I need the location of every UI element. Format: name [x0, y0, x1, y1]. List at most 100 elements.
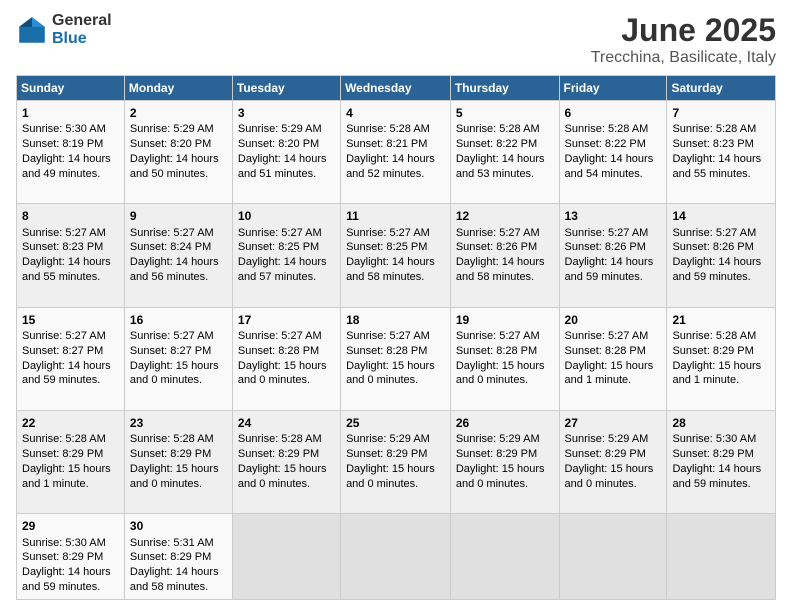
daylight-text: Daylight: 14 hours and 59 minutes.	[672, 256, 761, 283]
sunrise-text: Sunrise: 5:27 AM	[346, 227, 430, 239]
daylight-text: Daylight: 14 hours and 50 minutes.	[130, 153, 219, 180]
sunset-text: Sunset: 8:20 PM	[238, 138, 319, 150]
daylight-text: Daylight: 14 hours and 57 minutes.	[238, 256, 327, 283]
logo-icon	[16, 14, 48, 46]
daylight-text: Daylight: 14 hours and 55 minutes.	[22, 256, 111, 283]
day-number: 29	[22, 518, 119, 534]
calendar-cell: 17Sunrise: 5:27 AMSunset: 8:28 PMDayligh…	[232, 307, 340, 410]
header: General Blue June 2025 Trecchina, Basili…	[16, 12, 776, 67]
calendar-cell: 4Sunrise: 5:28 AMSunset: 8:21 PMDaylight…	[341, 101, 451, 204]
daylight-text: Daylight: 15 hours and 0 minutes.	[238, 463, 327, 490]
sunset-text: Sunset: 8:29 PM	[565, 448, 646, 460]
day-number: 23	[130, 415, 227, 431]
sunset-text: Sunset: 8:26 PM	[672, 241, 753, 253]
sunset-text: Sunset: 8:29 PM	[130, 448, 211, 460]
sunset-text: Sunset: 8:27 PM	[22, 345, 103, 357]
col-friday: Friday	[559, 76, 667, 101]
sunset-text: Sunset: 8:19 PM	[22, 138, 103, 150]
sunrise-text: Sunrise: 5:27 AM	[346, 330, 430, 342]
day-number: 20	[565, 312, 662, 328]
day-number: 30	[130, 518, 227, 534]
daylight-text: Daylight: 15 hours and 0 minutes.	[346, 360, 435, 387]
daylight-text: Daylight: 14 hours and 53 minutes.	[456, 153, 545, 180]
day-number: 13	[565, 208, 662, 224]
calendar-cell: 23Sunrise: 5:28 AMSunset: 8:29 PMDayligh…	[124, 411, 232, 514]
calendar-cell: 8 Sunrise: 5:27 AM Sunset: 8:23 PM Daylight…	[17, 204, 125, 307]
sunrise-text: Sunrise: 5:28 AM	[22, 433, 106, 445]
sunrise-text: Sunrise: 5:27 AM	[565, 227, 649, 239]
sunrise-text: Sunrise: 5:27 AM	[22, 227, 106, 239]
day-number: 15	[22, 312, 119, 328]
calendar-cell	[341, 514, 451, 600]
sunset-text: Sunset: 8:21 PM	[346, 138, 427, 150]
logo-general: General	[52, 12, 112, 30]
sunrise-text: Sunrise: 5:29 AM	[456, 433, 540, 445]
day-number: 6	[565, 105, 662, 121]
daylight-text: Daylight: 15 hours and 0 minutes.	[130, 360, 219, 387]
sunrise-text: Sunrise: 5:27 AM	[130, 227, 214, 239]
calendar-cell: 26Sunrise: 5:29 AMSunset: 8:29 PMDayligh…	[450, 411, 559, 514]
calendar-cell: 29Sunrise: 5:30 AMSunset: 8:29 PMDayligh…	[17, 514, 125, 600]
daylight-text: Daylight: 14 hours and 59 minutes.	[672, 463, 761, 490]
day-number: 3	[238, 105, 335, 121]
title-block: June 2025 Trecchina, Basilicate, Italy	[591, 12, 776, 67]
sunset-text: Sunset: 8:26 PM	[565, 241, 646, 253]
day-number: 12	[456, 208, 554, 224]
col-wednesday: Wednesday	[341, 76, 451, 101]
day-number: 28	[672, 415, 770, 431]
sunset-text: Sunset: 8:28 PM	[346, 345, 427, 357]
day-number: 16	[130, 312, 227, 328]
sunset-text: Sunset: 8:28 PM	[238, 345, 319, 357]
calendar-table: Sunday Monday Tuesday Wednesday Thursday…	[16, 75, 776, 600]
sunset-text: Sunset: 8:23 PM	[22, 241, 103, 253]
sunrise-text: Sunrise: 5:29 AM	[346, 433, 430, 445]
subtitle: Trecchina, Basilicate, Italy	[591, 49, 776, 67]
logo-text: General Blue	[52, 12, 112, 47]
col-monday: Monday	[124, 76, 232, 101]
sunset-text: Sunset: 8:29 PM	[238, 448, 319, 460]
calendar-cell: 1Sunrise: 5:30 AMSunset: 8:19 PMDaylight…	[17, 101, 125, 204]
sunrise-text: Sunrise: 5:28 AM	[346, 123, 430, 135]
calendar-cell: 10 Sunrise: 5:27 AM Sunset: 8:25 PM Dayligh…	[232, 204, 340, 307]
day-number: 22	[22, 415, 119, 431]
sunrise-text: Sunrise: 5:29 AM	[565, 433, 649, 445]
calendar-cell: 9Sunrise: 5:27 AMSunset: 8:24 PMDaylight…	[124, 204, 232, 307]
daylight-text: Daylight: 15 hours and 1 minute.	[672, 360, 761, 387]
day-number: 2	[130, 105, 227, 121]
sunset-text: Sunset: 8:29 PM	[22, 448, 103, 460]
sunset-text: Sunset: 8:25 PM	[238, 241, 319, 253]
sunset-text: Sunset: 8:27 PM	[130, 345, 211, 357]
sunrise-text: Sunrise: 5:29 AM	[130, 123, 214, 135]
col-saturday: Saturday	[667, 76, 776, 101]
daylight-text: Daylight: 14 hours and 51 minutes.	[238, 153, 327, 180]
daylight-text: Daylight: 14 hours and 59 minutes.	[565, 256, 654, 283]
calendar-cell	[559, 514, 667, 600]
sunrise-text: Sunrise: 5:27 AM	[238, 227, 322, 239]
day-number: 10	[238, 208, 335, 224]
calendar-cell: 5Sunrise: 5:28 AMSunset: 8:22 PMDaylight…	[450, 101, 559, 204]
daylight-text: Daylight: 15 hours and 0 minutes.	[238, 360, 327, 387]
sunset-text: Sunset: 8:29 PM	[346, 448, 427, 460]
calendar-cell: 6Sunrise: 5:28 AMSunset: 8:22 PMDaylight…	[559, 101, 667, 204]
calendar-cell: 11Sunrise: 5:27 AMSunset: 8:25 PMDayligh…	[341, 204, 451, 307]
day-number: 8	[22, 208, 119, 224]
day-number: 4	[346, 105, 445, 121]
calendar-cell: 21Sunrise: 5:28 AMSunset: 8:29 PMDayligh…	[667, 307, 776, 410]
day-number: 11	[346, 208, 445, 224]
daylight-text: Daylight: 15 hours and 0 minutes.	[456, 360, 545, 387]
sunset-text: Sunset: 8:29 PM	[22, 551, 103, 563]
sunset-text: Sunset: 8:24 PM	[130, 241, 211, 253]
calendar-cell: 28Sunrise: 5:30 AMSunset: 8:29 PMDayligh…	[667, 411, 776, 514]
sunrise-text: Sunrise: 5:27 AM	[238, 330, 322, 342]
daylight-text: Daylight: 14 hours and 59 minutes.	[22, 360, 111, 387]
calendar-cell: 3Sunrise: 5:29 AMSunset: 8:20 PMDaylight…	[232, 101, 340, 204]
calendar-cell: 27Sunrise: 5:29 AMSunset: 8:29 PMDayligh…	[559, 411, 667, 514]
sunset-text: Sunset: 8:26 PM	[456, 241, 537, 253]
sunset-text: Sunset: 8:22 PM	[565, 138, 646, 150]
calendar-cell: 15Sunrise: 5:27 AMSunset: 8:27 PMDayligh…	[17, 307, 125, 410]
col-thursday: Thursday	[450, 76, 559, 101]
daylight-text: Daylight: 14 hours and 58 minutes.	[130, 566, 219, 593]
calendar-cell: 25Sunrise: 5:29 AMSunset: 8:29 PMDayligh…	[341, 411, 451, 514]
sunrise-text: Sunrise: 5:28 AM	[456, 123, 540, 135]
daylight-text: Daylight: 15 hours and 0 minutes.	[456, 463, 545, 490]
